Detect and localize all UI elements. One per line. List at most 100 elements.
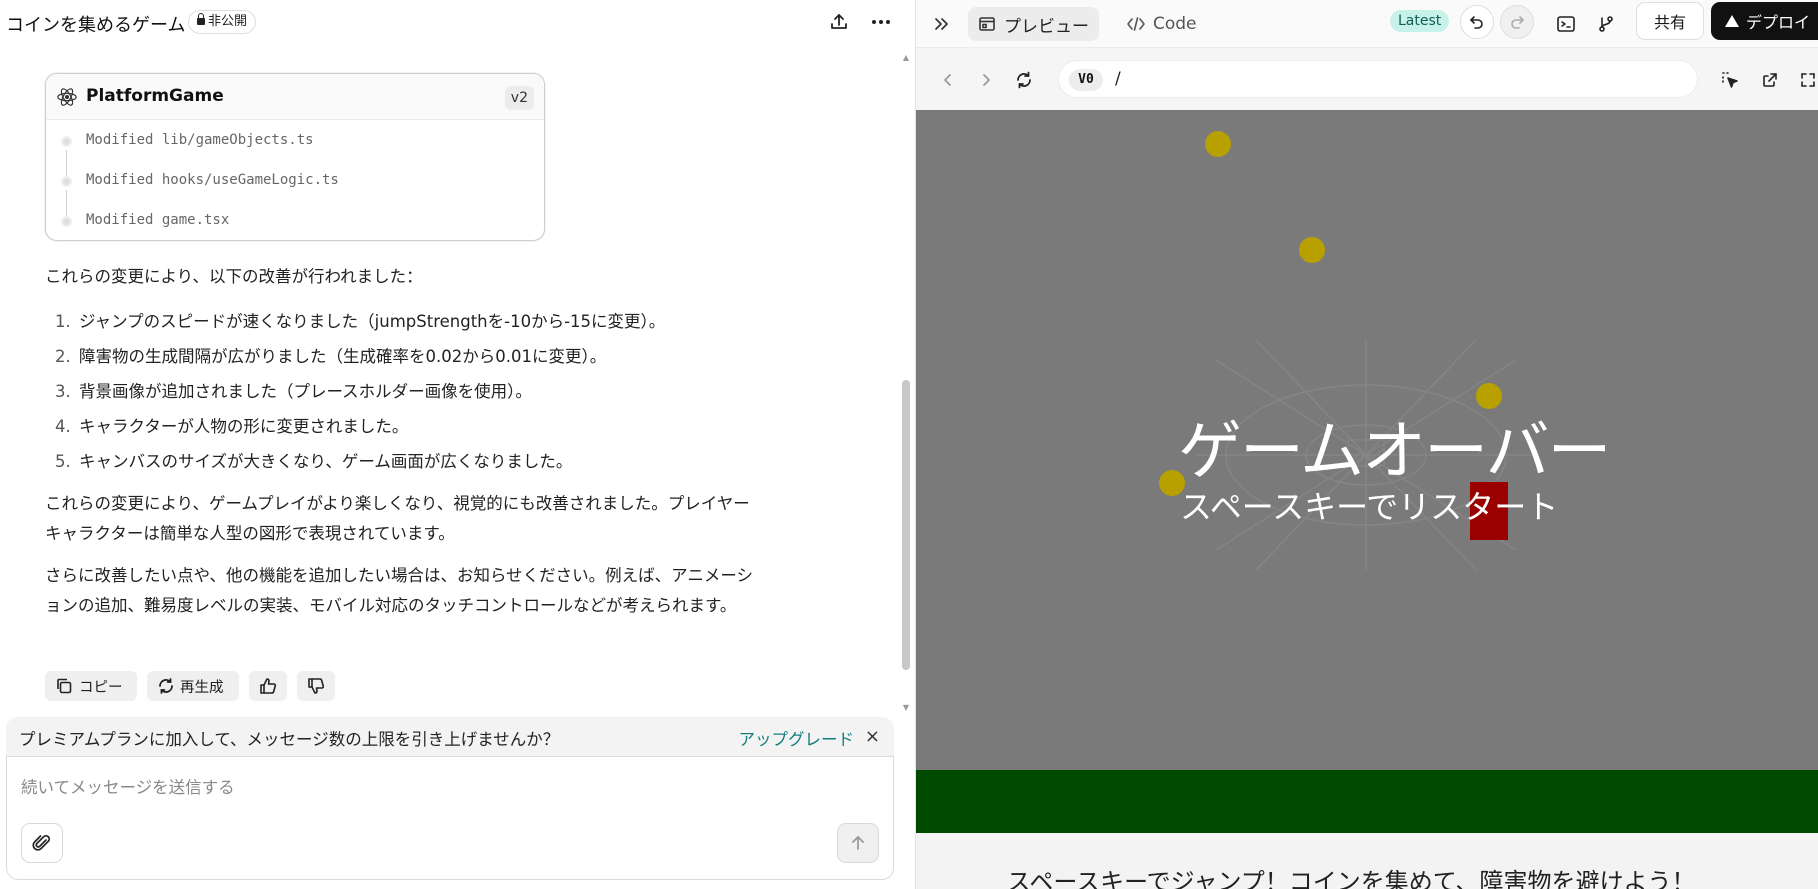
send-button[interactable] <box>837 823 879 863</box>
reload-button[interactable] <box>1010 66 1038 94</box>
game-instructions: スペースキーでジャンプ！コインを集めて、障害物を避けよう！ <box>1007 868 1696 889</box>
paragraph-2-line-2: キャラクターは簡単な人型の図形で表現されています。 <box>45 524 455 543</box>
code-brackets-icon <box>1127 17 1145 31</box>
file-name: Modified game.tsx <box>86 212 230 228</box>
premium-banner: プレミアムプランに加入して、メッセージ数の上限を引き上げませんか？ アップグレー… <box>6 717 894 757</box>
open-new-tab-button[interactable] <box>1756 66 1784 94</box>
list-text: キャンバスのサイズが大きくなり、ゲーム画面が広くなりました。 <box>79 452 573 471</box>
regenerate-button[interactable]: 再生成 <box>147 671 239 701</box>
chat-pane: コインを集めるゲーム 非公開 ▲ ▼ PlatformGame v2 Modif… <box>0 0 916 889</box>
file-row[interactable]: Modified lib/gameObjects.ts <box>46 124 544 176</box>
share-upload-button[interactable] <box>824 8 854 36</box>
regenerate-button-label: 再生成 <box>180 679 224 696</box>
upload-icon <box>831 14 847 29</box>
chevrons-right-icon <box>935 18 948 30</box>
reload-icon <box>1017 71 1031 89</box>
vercel-triangle-icon <box>1725 15 1739 27</box>
paperclip-icon <box>32 835 50 851</box>
browser-address-row: V0 / <box>916 48 1818 110</box>
latest-version-badge[interactable]: Latest <box>1390 10 1450 32</box>
collapse-sidebar-button[interactable] <box>926 7 956 41</box>
status-dot-icon <box>61 216 72 227</box>
more-options-button[interactable] <box>866 8 896 36</box>
list-number: 3. <box>55 382 71 401</box>
game-canvas[interactable]: ゲームオーバー スペースキーでリスタート <box>916 110 1818 833</box>
redo-icon <box>1511 16 1524 29</box>
list-number: 2. <box>55 347 71 366</box>
thumbs-up-icon <box>260 678 277 694</box>
tab-preview[interactable]: プレビュー <box>968 7 1099 41</box>
message-composer <box>6 756 894 880</box>
close-banner-button[interactable]: × <box>865 728 880 746</box>
message-input[interactable] <box>21 767 881 807</box>
git-branch-icon <box>1599 16 1613 32</box>
list-item: 4. キャラクターが人物の形に変更されました。 <box>45 409 805 444</box>
forward-button[interactable] <box>972 66 1000 94</box>
terminal-icon <box>1557 16 1575 32</box>
thumbs-down-icon <box>308 678 325 694</box>
redo-button[interactable] <box>1500 5 1534 39</box>
paragraph-3-line-1: さらに改善したい点や、他の機能を追加したい場合は、お知らせください。例えば、アニ… <box>45 566 754 585</box>
arrow-up-icon <box>852 836 864 850</box>
ellipsis-icon <box>872 20 890 24</box>
tab-preview-label: プレビュー <box>1004 16 1089 37</box>
scrollbar-thumb[interactable] <box>902 380 910 670</box>
chat-title[interactable]: コインを集めるゲーム <box>6 11 185 37</box>
thumbs-up-button[interactable] <box>249 671 287 701</box>
scroll-down-arrow[interactable]: ▼ <box>902 704 910 712</box>
preview-toolbar: プレビュー Code Latest 共有 デプロイ <box>916 0 1818 48</box>
upgrade-link[interactable]: アップグレード <box>739 726 855 750</box>
status-dot-icon <box>61 176 72 187</box>
refresh-icon <box>159 678 173 694</box>
message-paragraph-3: さらに改善したい点や、他の機能を追加したい場合は、お知らせください。例えば、アニ… <box>45 561 805 621</box>
cursor-select-icon <box>1722 72 1738 88</box>
external-link-icon <box>1763 73 1777 87</box>
paragraph-3-line-2: ョンの追加、難易度レベルの実装、モバイル対応のタッチコントロールなどが考えられま… <box>45 596 737 615</box>
git-branch-button[interactable] <box>1590 7 1622 41</box>
privacy-badge-label: 非公開 <box>208 14 248 29</box>
attach-button[interactable] <box>21 823 63 863</box>
list-number: 5. <box>55 452 71 471</box>
fullscreen-button[interactable] <box>1794 66 1818 94</box>
copy-icon <box>57 678 72 694</box>
tab-code[interactable]: Code <box>1116 7 1207 41</box>
version-badge[interactable]: v2 <box>504 86 534 110</box>
lock-icon <box>197 13 205 25</box>
improvement-list: 1. ジャンプのスピードが速くなりました（jumpStrengthを-10から-1… <box>45 304 805 479</box>
copy-button[interactable]: コピー <box>45 671 137 701</box>
list-item: 5. キャンバスのサイズが大きくなり、ゲーム画面が広くなりました。 <box>45 444 805 479</box>
file-change-card[interactable]: PlatformGame v2 Modified lib/gameObjects… <box>45 73 545 241</box>
file-name: Modified lib/gameObjects.ts <box>86 132 314 148</box>
deploy-button[interactable]: デプロイ <box>1711 2 1818 40</box>
restart-instruction: スペースキーでリスタート <box>1180 488 1559 526</box>
list-text: キャラクターが人物の形に変更されました。 <box>79 417 409 436</box>
scroll-up-arrow[interactable]: ▲ <box>902 54 910 62</box>
undo-button[interactable] <box>1460 5 1494 39</box>
list-number: 4. <box>55 417 71 436</box>
game-over-text: ゲームオーバー <box>1178 415 1611 489</box>
paragraph-2-line-1: これらの変更により、ゲームプレイがより楽しくなり、視覚的にも改善されました。プレ… <box>45 494 750 513</box>
terminal-button[interactable] <box>1550 7 1582 41</box>
file-card-title: PlatformGame <box>86 86 224 106</box>
file-row[interactable]: Modified game.tsx <box>46 204 544 240</box>
game-instructions-area: スペースキーでジャンプ！コインを集めて、障害物を避けよう！ <box>916 834 1818 889</box>
tab-code-label: Code <box>1153 14 1197 34</box>
ground <box>916 770 1818 833</box>
fullscreen-icon <box>1801 73 1815 87</box>
file-card-header: PlatformGame v2 <box>46 74 544 120</box>
thumbs-down-button[interactable] <box>297 671 335 701</box>
coin <box>1299 237 1325 263</box>
premium-text: プレミアムプランに加入して、メッセージ数の上限を引き上げませんか？ <box>19 730 560 749</box>
privacy-badge[interactable]: 非公開 <box>188 10 257 34</box>
list-item: 3. 背景画像が追加されました（プレースホルダー画像を使用）。 <box>45 374 805 409</box>
back-button[interactable] <box>934 66 962 94</box>
share-button[interactable]: 共有 <box>1636 2 1704 40</box>
chevron-left-icon <box>944 74 951 86</box>
message-intro: これらの変更により、以下の改善が行われました： <box>45 267 423 286</box>
select-element-button[interactable] <box>1716 66 1744 94</box>
address-path[interactable]: / <box>1115 69 1121 89</box>
status-dot-icon <box>61 136 72 147</box>
address-bar[interactable]: V0 / <box>1058 60 1698 98</box>
copy-button-label: コピー <box>79 679 123 696</box>
file-row[interactable]: Modified hooks/useGameLogic.ts <box>46 164 544 216</box>
